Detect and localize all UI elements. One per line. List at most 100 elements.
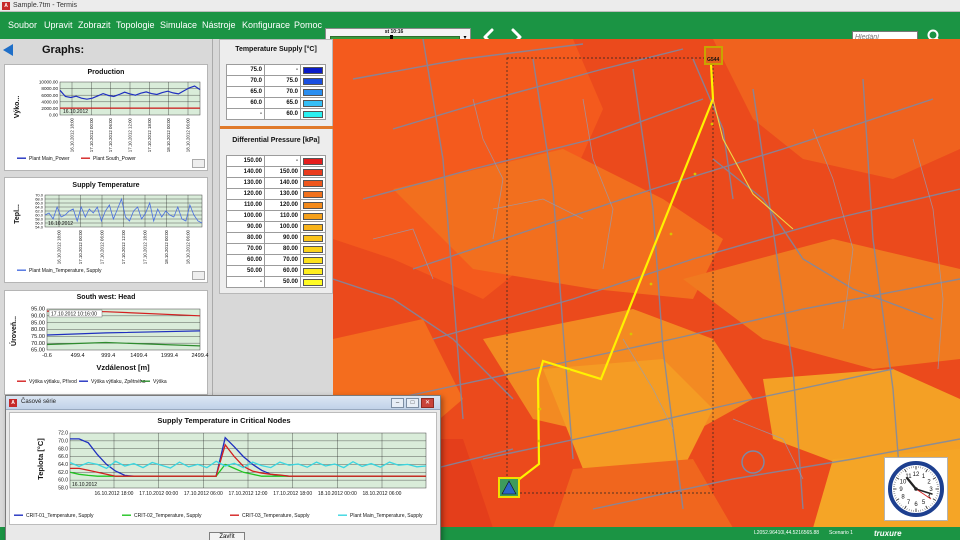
status-scenario: Scenario 1 [829,530,853,536]
menu-topologie[interactable]: Topologie [116,19,155,31]
south-west-head-graph-card[interactable]: South west: Head Úroveň... 95.00 90.00 85.… [4,290,209,395]
time-series-dialog[interactable]: A Časové série ‒ □ ✕ Supply Temperature … [5,395,441,540]
scenario-current-time: st 10:16 [384,29,404,35]
map-legend-panel: Temperature Supply [°C] 75.0-70.0 75.0 65.… [219,39,334,294]
route-node[interactable] [669,232,673,236]
menu-simulace[interactable]: Simulace [160,19,197,31]
legend-entry: CRIT-02_Temperature, Supply [134,513,202,519]
legend-row: 90.00 100.00 [226,221,326,233]
legend-range-to: 90.00 [264,232,301,244]
y-tick-label: 58.0 [58,486,68,492]
legend-range-to: 130.00 [264,188,301,200]
production-graph-card[interactable]: Production Výko... 10000.00 8000.00 6000.0… [4,64,208,171]
menu-konfigurace[interactable]: Konfigurace [242,19,290,31]
y-tick-label: 68.0 [58,446,68,452]
menu-pomoc[interactable]: Pomoc [294,19,322,31]
y-tick-label: 75.00 [31,334,45,340]
legend-row: 50.00 60.00 [226,265,326,277]
supply-temperature-expand-button[interactable] [192,271,205,280]
y-tick-label: 2000.00 [41,106,58,111]
legend-row: 130.00 140.00 [226,177,326,189]
collapse-panel-icon[interactable] [2,43,14,57]
y-tick-label: 90.00 [31,313,45,319]
close-button[interactable]: ✕ [421,398,434,408]
legend-color-swatch [303,223,323,231]
x-tick-label: 17.10.2012 18:00 [143,229,148,264]
plant-node-label: G544 [707,57,719,63]
legend-range-to: 60.00 [264,265,301,277]
x-tick-label: 17.10.2012 06:00 [100,229,105,264]
supply-temperature-graph-card[interactable]: Supply Temperature Tepl... 70.0 68.0 66.0 6… [4,177,208,283]
legend-color-cell [300,97,326,109]
legend-range-to: 140.00 [264,177,301,189]
app-icon: A [2,2,10,10]
x-tick-label: 17.10.2012 06:00 [184,491,223,497]
x-tick-label: 18.10.2012 00:00 [318,491,357,497]
supply-temperature-chart: Tepl... 70.068.066.064.062.060.058.056.0… [14,193,203,274]
legend-range-from: 130.00 [226,177,265,189]
legend-range-to: 100.00 [264,221,301,233]
legend-color-swatch [303,256,323,264]
legend-entry: Výška [153,379,167,385]
legend-row: -60.0 [226,108,326,120]
production-date-stamp: 16.10.2012 [63,109,88,115]
simulation-clock: 121234567891011 [884,457,948,521]
y-tick-label: 4000.00 [41,99,58,104]
route-node[interactable] [537,439,541,443]
legend-range-from: 120.00 [226,188,265,200]
close-dialog-button[interactable]: Zavřít [209,532,245,540]
y-tick-label: 10000.00 [39,80,59,85]
menu-soubor[interactable]: Soubor [8,19,37,31]
legend-color-swatch [303,66,323,74]
dialog-title: Časové série [21,399,57,405]
y-tick-label: 72.0 [58,431,68,437]
menu-zobrazit[interactable]: Zobrazit [78,19,111,31]
dialog-chart-area: Supply Temperature in Critical Nodes Tep… [9,412,437,525]
menu-nastroje[interactable]: Nástroje [202,19,236,31]
x-tick-label: 17.10.2012 18:00 [147,117,152,152]
route-node[interactable] [567,369,571,373]
legend-range-to: 120.00 [264,199,301,211]
legend-color-swatch [303,110,323,118]
y-tick-label: 80.00 [31,327,45,333]
route-node[interactable] [693,172,697,176]
legend-color-cell [300,265,326,277]
y-tick-label: 6000.00 [41,93,58,98]
x-tick-label: 18.10.2012 00:00 [166,117,171,152]
critical-nodes-chart: Supply Temperature in Critical Nodes Tep… [14,416,427,519]
legend-color-swatch [303,212,323,220]
y-tick-label: 60.0 [58,478,68,484]
route-node[interactable] [649,282,653,286]
y-tick-label: 70.0 [58,438,68,444]
window-title-bar: A Sample.7tm - Termis [0,0,960,12]
minimize-button[interactable]: ‒ [391,398,404,408]
dialog-title-bar[interactable]: A Časové série ‒ □ ✕ [6,396,440,410]
x-tick-label: 17.10.2012 00:00 [89,117,94,152]
legend-range-from: - [226,108,265,120]
clock-icon: 121234567891011 [888,461,944,517]
legend-color-swatch [303,99,323,107]
x-tick-label: 16.10.2012 18:00 [70,117,75,152]
production-expand-button[interactable] [192,159,205,168]
x-tick-label: 999.4 [101,353,115,359]
legend-row: -50.00 [226,276,326,288]
legend-entry: CRIT-03_Temperature, Supply [242,513,310,519]
production-ylabel: Výko... [14,96,21,119]
legend-color-cell [300,254,326,266]
route-node[interactable] [710,122,714,126]
legend-range-from: 70.0 [226,75,265,87]
legend-color-swatch [303,278,323,286]
legend-color-cell [300,166,326,178]
production-chart: Výko... 10000.008000.00 6000.004000.00 200… [14,80,201,162]
legend-color-cell [300,86,326,98]
route-node[interactable] [629,332,633,336]
menu-upravit[interactable]: Upravit [44,19,73,31]
south-west-head-ylabel: Úroveň... [9,316,18,346]
legend-range-to: 60.0 [264,108,301,120]
legend-entry: Plant Main_Temperature, Supply [29,268,102,274]
x-tick-label: 18.10.2012 06:00 [186,117,191,152]
legend-color-swatch [303,77,323,85]
maximize-button[interactable]: □ [406,398,419,408]
legend-range-from: 80.00 [226,232,265,244]
route-node[interactable] [538,407,542,411]
